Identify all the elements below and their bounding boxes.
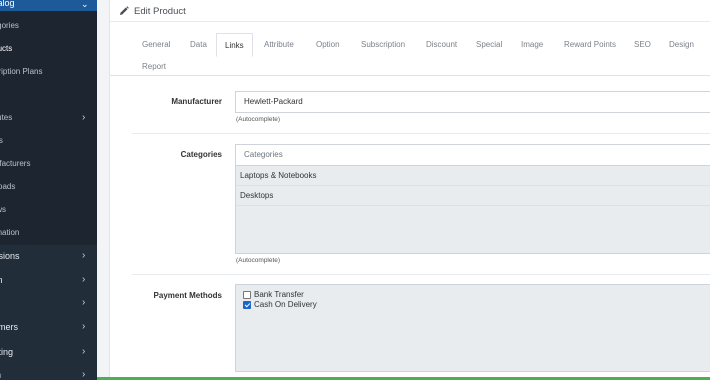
cash-on-delivery-label: Cash On Delivery [254,300,317,309]
sidebar-item-manufacturers[interactable]: anufacturers [0,155,30,173]
manufacturer-input[interactable]: Hewlett-Packard [235,91,710,113]
edit-product-card: Edit Product General Data Links Attribut… [109,0,710,380]
tab-attribute[interactable]: Attribute [256,33,302,56]
divider [132,133,710,134]
sidebar-item-extensions[interactable]: tensions [0,245,20,267]
payment-methods-label: Payment Methods [153,291,222,300]
tab-general[interactable]: General [134,33,178,56]
chevron-down-icon: ⌄ [81,0,89,9]
tab-bar: General Data Links Attribute Option Subs… [110,33,710,76]
bank-transfer-label: Bank Transfer [254,290,304,299]
sidebar-item-categories[interactable]: ategories [0,17,19,35]
divider [132,274,710,275]
sidebar: atalog ⌄ ategories roducts bscription Pl… [0,0,97,380]
sidebar-submenu: ategories roducts bscription Plans ters … [0,11,97,245]
tab-image[interactable]: Image [513,33,551,56]
chevron-right-icon: › [82,112,86,123]
manufacturer-help: (Autocomplete) [236,116,281,123]
list-item[interactable]: Laptops & Notebooks [236,166,710,186]
sidebar-item-customers[interactable]: stomers [0,316,18,338]
manufacturer-label: Manufacturer [171,97,222,106]
main-content: Edit Product General Data Links Attribut… [97,0,710,380]
chevron-right-icon: › [82,297,86,308]
tab-links[interactable]: Links [216,33,253,57]
tab-seo[interactable]: SEO [626,33,659,56]
tab-design[interactable]: Design [661,33,702,56]
sidebar-item-label: atalog [0,0,15,8]
sidebar-item-design[interactable]: sign [0,269,3,291]
categories-label: Categories [180,150,222,159]
sidebar-item-system[interactable]: tem [0,364,1,380]
pencil-icon [120,6,129,15]
category-label: Desktops [240,191,274,200]
sidebar-item-reviews[interactable]: views [0,201,6,219]
tab-report[interactable]: Report [134,55,174,78]
tab-discount[interactable]: Discount [418,33,465,56]
chevron-right-icon: › [82,250,86,261]
category-label: Laptops & Notebooks [240,171,317,180]
tab-reward-points[interactable]: Reward Points [556,33,624,56]
list-item[interactable]: Desktops [236,186,710,206]
tab-option[interactable]: Option [308,33,348,56]
chevron-right-icon: › [82,321,86,332]
tab-special[interactable]: Special [468,33,510,56]
chevron-right-icon: › [82,369,86,380]
categories-input[interactable]: Categories [235,144,710,166]
tab-subscription[interactable]: Subscription [353,33,413,56]
page-title: Edit Product [134,6,186,17]
sidebar-item-information[interactable]: formation [0,224,19,242]
categories-list: Laptops & Notebooks Desktops [235,165,710,254]
sidebar-item-subscription-plans[interactable]: bscription Plans [0,63,42,81]
cash-on-delivery-checkbox[interactable] [243,301,251,309]
sidebar-item-attributes[interactable]: tributes [0,109,12,127]
chevron-right-icon: › [82,274,86,285]
sidebar-item-catalog[interactable]: atalog ⌄ [0,0,97,11]
bank-transfer-checkbox[interactable] [243,291,251,299]
tab-data[interactable]: Data [182,33,215,56]
payment-methods-box [235,284,710,372]
sidebar-item-downloads[interactable]: wnloads [0,178,15,196]
sidebar-item-marketing[interactable]: rketing [0,341,13,363]
categories-help: (Autocomplete) [236,257,281,264]
sidebar-item-options[interactable]: tions [0,132,3,150]
sidebar-item-products[interactable]: roducts [0,40,12,58]
categories-placeholder: Categories [244,150,283,159]
chevron-right-icon: › [82,346,86,357]
card-header: Edit Product [110,0,710,22]
